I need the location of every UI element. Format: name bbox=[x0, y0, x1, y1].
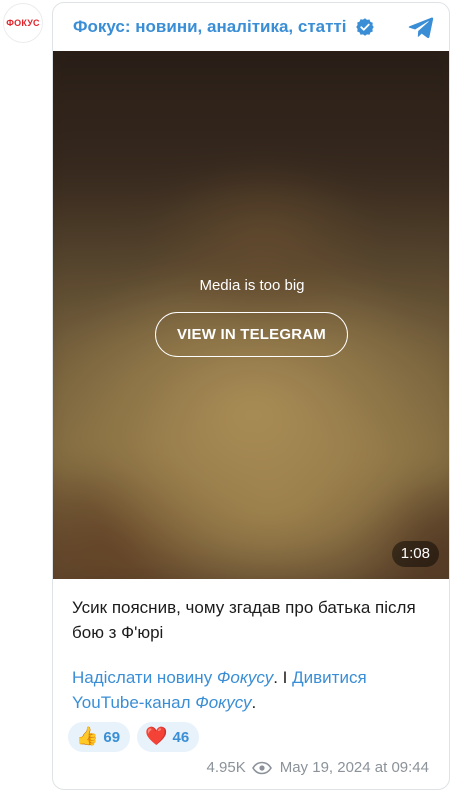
avatar-logo-text: ФОКУС bbox=[6, 18, 40, 28]
verified-badge-icon bbox=[355, 18, 374, 36]
media-too-big-message: Media is too big bbox=[199, 277, 305, 294]
reaction-count: 46 bbox=[172, 728, 190, 746]
channel-title[interactable]: Фокус: новини, аналітика, статті bbox=[73, 17, 347, 37]
send-news-link[interactable]: Надіслати новину Фокусу bbox=[72, 668, 273, 687]
heart-icon: ❤️ bbox=[145, 726, 168, 747]
eye-icon bbox=[251, 761, 272, 774]
reactions-bar: 👍 69 ❤️ 46 bbox=[68, 722, 200, 752]
telegram-logo-icon[interactable] bbox=[407, 13, 435, 41]
post-caption: Усик пояснив, чому згадав про батька піс… bbox=[72, 598, 416, 642]
thumbs-up-icon: 👍 bbox=[76, 726, 99, 747]
video-duration-badge: 1:08 bbox=[391, 541, 439, 567]
reaction-count: 69 bbox=[103, 728, 121, 746]
video-preview[interactable]: Media is too big VIEW IN TELEGRAM 1:08 bbox=[53, 51, 449, 579]
post-card: Фокус: новини, аналітика, статті Media i… bbox=[52, 2, 450, 790]
view-count: 4.95K bbox=[206, 759, 246, 776]
post-date[interactable]: May 19, 2024 at 09:44 bbox=[280, 759, 429, 776]
channel-avatar[interactable]: ФОКУС bbox=[3, 3, 43, 43]
post-header: Фокус: новини, аналітика, статті bbox=[53, 3, 449, 51]
post-links: Надіслати новину Фокусу. І Дивитися YouT… bbox=[72, 668, 367, 712]
reaction-thumbs-up[interactable]: 👍 69 bbox=[68, 722, 131, 752]
reaction-heart[interactable]: ❤️ 46 bbox=[137, 722, 200, 752]
view-in-telegram-button[interactable]: VIEW IN TELEGRAM bbox=[155, 312, 348, 357]
post-footer: 4.95K May 19, 2024 at 09:44 bbox=[207, 759, 429, 776]
